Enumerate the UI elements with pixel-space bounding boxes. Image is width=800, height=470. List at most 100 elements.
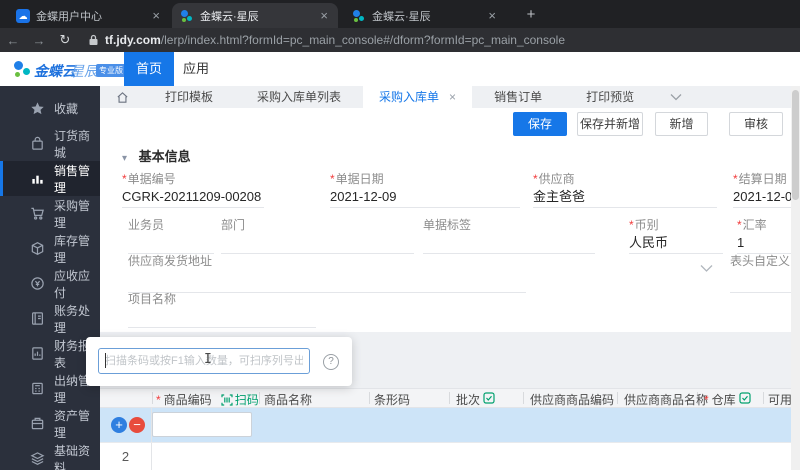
close-icon[interactable]: × <box>318 9 330 22</box>
browser-tab-title: 金蝶云·星辰 <box>200 10 259 23</box>
batch-edit-icon[interactable] <box>739 392 751 407</box>
page-tab-inbound-order-active[interactable]: 采购入库单 × <box>363 86 473 108</box>
field-label: 币别 <box>634 218 659 232</box>
close-icon[interactable]: × <box>486 9 498 22</box>
chevron-down-icon[interactable] <box>700 264 713 273</box>
page-tab-print-preview[interactable]: 打印预览 <box>564 86 656 108</box>
delete-row-button[interactable]: − <box>129 417 145 433</box>
col-warehouse: * 仓库 <box>704 391 751 408</box>
sidebar-item-favorites[interactable]: 收藏 <box>0 91 100 126</box>
url-domain: tf.jdy.com <box>105 33 161 47</box>
audit-button[interactable]: 审核 <box>729 112 783 136</box>
field-bill-date: *单据日期 2021-12-09 <box>330 170 520 208</box>
exchange-rate-input[interactable]: 1 <box>737 232 799 254</box>
sidebar-item-label: 收藏 <box>54 102 79 116</box>
field-department: 部门 <box>221 216 414 254</box>
collapse-icon[interactable]: ▾ <box>122 153 127 164</box>
app-header: 金蝶云 星辰 专业版 首页 应用 <box>0 52 800 86</box>
field-label: 结算日期 <box>738 172 787 186</box>
sidebar: 收藏 订货商城 销售管理 采购管理 库存管理 应收应付 账务处理 财务报表 出纳… <box>0 86 100 470</box>
field-label: 单据日期 <box>335 172 384 186</box>
header-custom-link[interactable]: 表头自定义 <box>730 252 800 268</box>
scrollbar-thumb[interactable] <box>792 90 799 200</box>
scrollbar-track[interactable] <box>791 86 800 470</box>
product-code-cell-input[interactable] <box>152 412 252 437</box>
field-project-name: 项目名称 <box>128 290 316 328</box>
save-and-new-button[interactable]: 保存并新增 <box>577 112 643 136</box>
department-input[interactable] <box>221 232 414 254</box>
new-tab-button[interactable]: + <box>520 4 542 26</box>
sidebar-item-accounting[interactable]: 账务处理 <box>0 301 100 336</box>
sidebar-item-assets[interactable]: 资产管理 <box>0 406 100 441</box>
page-tabbar: 打印模板 采购入库单列表 采购入库单 × 销售订单 打印预览 <box>100 86 800 108</box>
page-tab-sales-order[interactable]: 销售订单 <box>472 86 564 108</box>
chevron-down-icon[interactable] <box>670 93 682 101</box>
sidebar-item-base-data[interactable]: 基础资料 <box>0 441 100 470</box>
page-tab-print-template[interactable]: 打印模板 <box>143 86 235 108</box>
bill-no-input[interactable]: CGRK-20211209-00208 <box>122 186 264 208</box>
field-bill-no: *单据编号 CGRK-20211209-00208 <box>122 170 264 208</box>
section-title: 基本信息 <box>138 149 191 164</box>
col-product-code: * 商品编码 扫码 <box>156 391 259 408</box>
field-label: 单据标签 <box>423 218 472 232</box>
col-label: 仓库 <box>711 393 736 407</box>
sidebar-item-label: 库存管理 <box>54 233 91 265</box>
browser-tab-xingchen-active[interactable]: 金蝶云·星辰 × <box>172 3 338 28</box>
lock-icon[interactable] <box>88 34 99 46</box>
sidebar-item-label: 应收应付 <box>54 268 91 300</box>
col-barcode: 条形码 <box>374 391 410 408</box>
sidebar-item-label: 销售管理 <box>54 163 91 195</box>
ibeam-cursor-icon: I <box>204 352 212 367</box>
field-label: 供应商 <box>538 172 575 186</box>
sidebar-item-sales[interactable]: 销售管理 <box>0 161 100 196</box>
sidebar-item-cashier[interactable]: 出纳管理 <box>0 371 100 406</box>
report-icon <box>32 347 43 360</box>
supplier-input[interactable]: 金主爸爸 <box>533 186 717 208</box>
scan-barcode-button[interactable]: 扫码 <box>221 391 259 408</box>
cloud-favicon-icon: ☁ <box>16 8 30 23</box>
page-tab-inbound-list[interactable]: 采购入库单列表 <box>235 86 363 108</box>
grid-row-2[interactable]: 2 <box>100 442 800 470</box>
salesman-input[interactable] <box>128 232 214 254</box>
help-icon[interactable]: ? <box>323 354 339 370</box>
kingdee-favicon-icon <box>352 9 366 23</box>
col-batch: 批次 <box>456 391 495 408</box>
col-label: 供应商商品名称 <box>624 393 709 407</box>
form-card: 保存 保存并新增 新增 审核 打印 ▾ 基本信息 *单据编号 CGRK-2021… <box>100 108 800 332</box>
browser-tab-xingchen-2[interactable]: 金蝶云·星辰 × <box>344 3 506 28</box>
nav-apps[interactable]: 应用 <box>183 52 209 86</box>
browser-tab-user-center[interactable]: ☁ 金蝶用户中心 × <box>8 3 170 28</box>
section-basic-info[interactable]: ▾ 基本信息 <box>122 146 191 165</box>
grid-row-1-selected[interactable]: + − <box>100 408 800 442</box>
nav-home[interactable]: 首页 <box>124 52 174 86</box>
close-icon[interactable]: × <box>150 9 162 22</box>
add-row-button[interactable]: + <box>111 417 127 433</box>
sidebar-item-order-mall[interactable]: 订货商城 <box>0 126 100 161</box>
sidebar-item-inventory[interactable]: 库存管理 <box>0 231 100 266</box>
sidebar-item-purchase[interactable]: 采购管理 <box>0 196 100 231</box>
currency-input[interactable]: 人民币 <box>629 232 723 254</box>
batch-edit-icon[interactable] <box>483 392 495 407</box>
field-label: 单据编号 <box>127 172 176 186</box>
forward-icon[interactable]: → <box>26 33 52 48</box>
url-field[interactable]: tf.jdy.com/lerp/index.html?formId=pc_mai… <box>105 33 565 47</box>
asset-icon <box>31 417 44 430</box>
project-name-input[interactable] <box>128 306 316 328</box>
settle-date-input[interactable]: 2021-12-09 <box>733 186 800 208</box>
sidebar-item-ar-ap[interactable]: 应收应付 <box>0 266 100 301</box>
bill-date-input[interactable]: 2021-12-09 <box>330 186 520 208</box>
save-button[interactable]: 保存 <box>513 112 567 136</box>
field-label: 部门 <box>221 218 246 232</box>
field-label: 汇率 <box>742 218 767 232</box>
sidebar-item-finance-report[interactable]: 财务报表 <box>0 336 100 371</box>
back-icon[interactable]: ← <box>0 33 26 48</box>
bill-tag-input[interactable] <box>423 232 595 254</box>
add-button[interactable]: 新增 <box>655 112 708 136</box>
field-settle-date: *结算日期 2021-12-09 <box>733 170 800 208</box>
url-path: /lerp/index.html?formId=pc_main_console#… <box>160 33 565 47</box>
field-supplier: *供应商 金主爸爸 <box>533 170 717 208</box>
col-supplier-product-name: 供应商商品名称 <box>624 391 708 408</box>
close-icon[interactable]: × <box>449 86 456 108</box>
reload-icon[interactable]: ↻ <box>52 32 78 48</box>
home-icon[interactable] <box>116 91 129 104</box>
